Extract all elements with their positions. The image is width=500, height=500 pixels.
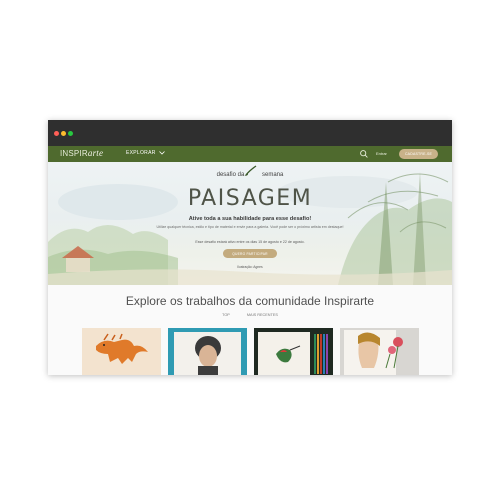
artwork-card[interactable] [340, 328, 419, 375]
login-link[interactable]: Entrar [376, 151, 387, 156]
logo-script: arte [87, 148, 104, 158]
kicker-left: desafio da [216, 172, 245, 178]
artwork-card[interactable] [168, 328, 247, 375]
maximize-window-button[interactable] [68, 131, 73, 136]
minimize-window-button[interactable] [61, 131, 66, 136]
community-section-title: Explore os trabalhos da comunidade Inspi… [125, 294, 375, 308]
logo-text: INSPIR [60, 149, 88, 158]
signup-button[interactable]: CADASTRE-SE [399, 149, 438, 159]
artwork-image-flowers [340, 328, 419, 375]
weekly-challenge-banner: desafio da semana PAISAGEM Ative toda a … [48, 162, 452, 285]
artwork-card[interactable] [254, 328, 333, 375]
brush-icon [245, 165, 257, 176]
tab-recent[interactable]: MAIS RECENTES [247, 313, 278, 317]
explore-label: EXPLORAR [126, 150, 156, 156]
participate-button[interactable]: QUERO PARTICIPAR [223, 249, 277, 258]
tab-top[interactable]: TOP [222, 313, 230, 317]
artwork-image-portrait [168, 328, 247, 375]
challenge-theme: PAISAGEM [187, 186, 313, 211]
artwork-image-dinosaur [82, 328, 161, 375]
browser-window: INSPIRarte EXPLORAR Entrar CADASTRE-SE d… [48, 120, 452, 375]
close-window-button[interactable] [54, 131, 59, 136]
top-navbar: INSPIRarte EXPLORAR Entrar CADASTRE-SE [48, 146, 452, 162]
kicker-right: semana [262, 172, 284, 178]
challenge-subtitle: Utilize qualquer técnica, estilo e tipo … [156, 225, 344, 229]
gallery-tabs: TOP MAIS RECENTES [48, 313, 452, 317]
challenge-dates: Esse desafio estará ativo entre os dias … [195, 240, 305, 244]
illustration-credit: Ilustração: Agnes [237, 265, 263, 269]
browser-titlebar [48, 120, 452, 146]
chevron-down-icon [159, 150, 166, 155]
artwork-image-bird [254, 328, 333, 375]
challenge-tagline: Ative toda a sua habilidade para esse de… [188, 216, 312, 222]
site-logo[interactable]: INSPIRarte [60, 148, 103, 158]
search-icon[interactable] [359, 149, 369, 159]
explore-menu[interactable]: EXPLORAR [126, 150, 166, 156]
artwork-card[interactable] [82, 328, 161, 375]
